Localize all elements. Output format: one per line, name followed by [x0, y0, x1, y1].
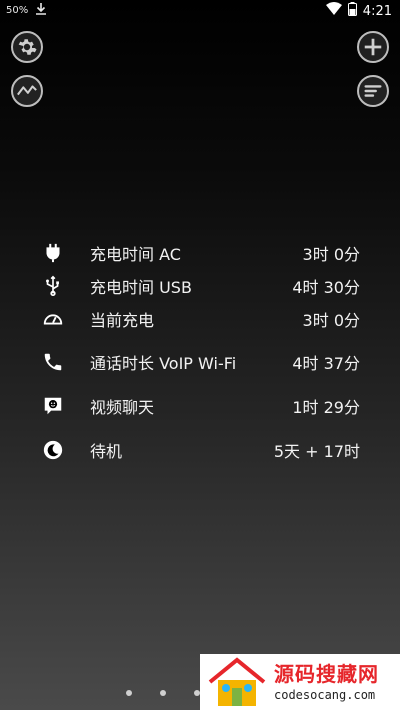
stat-row-video-chat: 视频聊天 1时 29分 [40, 389, 360, 422]
video-chat-icon [40, 393, 66, 419]
stat-value: 1时 29分 [292, 397, 360, 417]
watermark-banner: 源码搜藏网 codesocang.com [200, 654, 400, 710]
download-icon [36, 3, 47, 18]
stat-label: 充电时间 AC [90, 244, 181, 264]
gear-icon [18, 39, 37, 55]
stat-row-current: 当前充电 3时 0分 [40, 302, 360, 335]
wifi-icon [325, 2, 342, 20]
status-bar: 50% 4:21 [0, 0, 400, 24]
plus-icon [364, 38, 382, 56]
watermark-url: codesocang.com [274, 688, 376, 702]
graph-button[interactable] [11, 75, 43, 107]
stat-value: 4时 37分 [292, 353, 360, 373]
clock-time: 4:21 [362, 3, 392, 19]
stat-value: 3时 0分 [302, 244, 360, 264]
stat-row-ac: 充电时间 AC 3时 0分 [40, 236, 360, 269]
stat-value: 4时 30分 [292, 277, 360, 297]
page-indicator [0, 690, 200, 696]
battery-icon [347, 2, 357, 20]
watermark-title: 源码搜藏网 [274, 662, 379, 686]
stat-label: 充电时间 USB [90, 277, 192, 297]
stat-label: 视频聊天 [90, 397, 155, 417]
stat-value: 3时 0分 [302, 310, 360, 330]
battery-stats-list: 充电时间 AC 3时 0分 充电时间 USB 4时 30分 当前充电 3时 0分… [40, 236, 360, 466]
speedometer-icon [40, 306, 66, 332]
list-icon [364, 85, 382, 97]
house-logo-icon [208, 657, 266, 706]
phone-icon [40, 349, 66, 375]
add-button[interactable] [357, 31, 389, 63]
stat-label: 待机 [90, 441, 123, 461]
page-dot[interactable] [160, 690, 166, 696]
plug-icon [40, 240, 66, 266]
menu-button[interactable] [357, 75, 389, 107]
stat-row-standby: 待机 5天 + 17时 [40, 433, 360, 466]
stat-row-voip: 通话时长 VoIP Wi-Fi 4时 37分 [40, 345, 360, 378]
battery-percent: 50% [6, 5, 29, 16]
settings-button[interactable] [11, 31, 43, 63]
stat-label: 通话时长 VoIP Wi-Fi [90, 353, 237, 373]
page-dot[interactable] [126, 690, 132, 696]
stat-value: 5天 + 17时 [273, 441, 360, 461]
line-chart-icon [17, 85, 37, 96]
moon-clock-icon [40, 437, 66, 463]
stat-label: 当前充电 [90, 310, 155, 330]
stat-row-usb: 充电时间 USB 4时 30分 [40, 269, 360, 302]
usb-icon [40, 273, 66, 299]
